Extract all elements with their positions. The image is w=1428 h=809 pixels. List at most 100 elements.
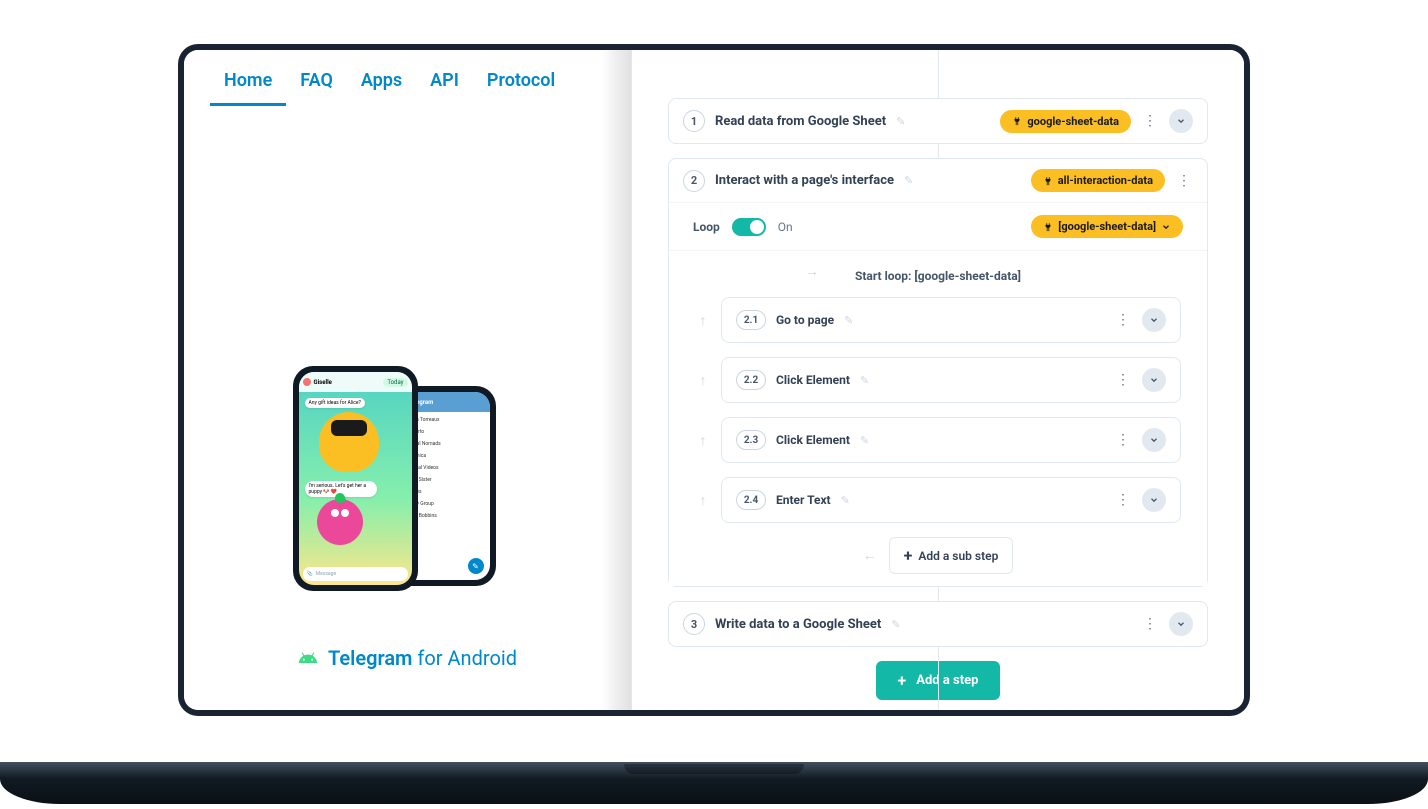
sticker-duck xyxy=(319,412,379,472)
data-pill-label: all-interaction-data xyxy=(1058,174,1153,187)
loop-toggle[interactable] xyxy=(732,218,766,236)
compose-button[interactable]: ✎ xyxy=(468,558,484,574)
pencil-icon: ✎ xyxy=(472,562,479,571)
edit-icon[interactable]: ✎ xyxy=(896,115,905,128)
add-step-label: Add a step xyxy=(916,673,978,688)
tab-protocol[interactable]: Protocol xyxy=(473,64,569,106)
step-number: 2 xyxy=(683,170,705,192)
more-icon[interactable]: ⋮ xyxy=(1141,613,1159,635)
chevron-down-icon xyxy=(1149,435,1159,445)
more-icon[interactable]: ⋮ xyxy=(1114,489,1132,511)
more-icon[interactable]: ⋮ xyxy=(1175,170,1193,192)
more-icon[interactable]: ⋮ xyxy=(1114,429,1132,451)
add-sub-step-label: Add a sub step xyxy=(918,549,998,563)
loop-state: On xyxy=(778,220,793,234)
chevron-down-icon xyxy=(1149,315,1159,325)
collapse-button[interactable] xyxy=(1169,612,1193,636)
loop-start-label: → Start loop: [google-sheet-data] xyxy=(695,269,1181,283)
telegram-site-pane: Home FAQ Apps API Protocol Giselle xyxy=(184,50,632,710)
chevron-down-icon xyxy=(1149,375,1159,385)
phone-chat: Giselle Today Any gift ideas for Alice? … xyxy=(293,366,418,591)
screen: Home FAQ Apps API Protocol Giselle xyxy=(184,50,1244,710)
step-title: Write data to a Google Sheet xyxy=(715,617,881,632)
android-icon xyxy=(298,648,318,668)
move-up-icon[interactable]: ↑ xyxy=(695,492,711,509)
edit-icon[interactable]: ✎ xyxy=(904,174,913,187)
collapse-button[interactable] xyxy=(1142,488,1166,512)
tab-home[interactable]: Home xyxy=(210,64,286,106)
edit-icon[interactable]: ✎ xyxy=(860,434,869,447)
collapse-button[interactable] xyxy=(1142,308,1166,332)
tab-faq[interactable]: FAQ xyxy=(286,64,347,106)
workflow-builder-pane: 1 Read data from Google Sheet ✎ google-s… xyxy=(632,50,1244,710)
plug-icon xyxy=(1043,222,1053,232)
plug-icon xyxy=(1012,116,1022,126)
edit-icon[interactable]: ✎ xyxy=(844,314,853,327)
sub-step-title: Go to page xyxy=(776,313,834,327)
laptop-mockup: Home FAQ Apps API Protocol Giselle xyxy=(0,0,1428,809)
sub-step-number: 2.4 xyxy=(736,490,766,510)
sticker-berry xyxy=(317,499,363,545)
loop-source-pill[interactable]: [google-sheet-data] xyxy=(1031,215,1183,238)
chevron-down-icon xyxy=(1149,495,1159,505)
move-up-icon[interactable]: ↑ xyxy=(695,312,711,329)
arrow-right-icon: → xyxy=(805,263,819,280)
collapse-button[interactable] xyxy=(1169,109,1193,133)
move-up-icon[interactable]: ↑ xyxy=(695,372,711,389)
plus-icon: + xyxy=(904,546,913,565)
step-number: 1 xyxy=(683,110,705,132)
add-sub-step-button[interactable]: + Add a sub step xyxy=(889,537,1014,574)
date-pill: Today xyxy=(383,378,407,387)
attach-icon[interactable]: 📎 xyxy=(307,571,313,577)
telegram-android-link[interactable]: Telegram for Android xyxy=(298,646,517,670)
laptop-base xyxy=(0,762,1428,804)
chat-header: Giselle Today xyxy=(299,372,412,392)
collapse-button[interactable] xyxy=(1142,428,1166,452)
more-icon[interactable]: ⋮ xyxy=(1114,369,1132,391)
chevron-down-icon xyxy=(1176,116,1186,126)
tab-apps[interactable]: Apps xyxy=(347,64,416,106)
collapse-button[interactable] xyxy=(1142,368,1166,392)
plus-icon: + xyxy=(898,671,907,690)
chat-name: Giselle xyxy=(314,379,332,386)
chevron-down-icon xyxy=(1161,222,1171,232)
more-icon[interactable]: ⋮ xyxy=(1114,309,1132,331)
sub-step-title: Click Element xyxy=(776,433,850,447)
phone-mockups: Giselle Today Any gift ideas for Alice? … xyxy=(293,366,523,626)
step-number: 3 xyxy=(683,613,705,635)
data-pill-label: google-sheet-data xyxy=(1027,115,1119,128)
sub-step-number: 2.2 xyxy=(736,370,766,390)
more-icon[interactable]: ⋮ xyxy=(1141,110,1159,132)
step-title: Read data from Google Sheet xyxy=(715,114,886,129)
loop-options: Loop On [google-sheet-data] xyxy=(669,202,1207,250)
sub-step-2-3: ↑ 2.3 Click Element ✎ ⋮ xyxy=(695,417,1181,463)
sub-step-2-2: ↑ 2.2 Click Element ✎ ⋮ xyxy=(695,357,1181,403)
data-pill[interactable]: google-sheet-data xyxy=(1000,110,1131,133)
loop-body: → Start loop: [google-sheet-data] ↑ 2.1 … xyxy=(669,250,1207,586)
arrow-left-icon: ← xyxy=(863,547,877,564)
sub-step-title: Click Element xyxy=(776,373,850,387)
step-title: Interact with a page's interface xyxy=(715,173,894,188)
data-pill[interactable]: all-interaction-data xyxy=(1031,169,1165,192)
message-input[interactable]: 📎 Message xyxy=(303,567,408,581)
step-3: 3 Write data to a Google Sheet ✎ ⋮ xyxy=(668,601,1208,647)
telegram-tabs: Home FAQ Apps API Protocol xyxy=(184,50,631,106)
message-bubble: Any gift ideas for Alice? xyxy=(305,398,365,408)
loop-source-label: [google-sheet-data] xyxy=(1058,220,1156,233)
edit-icon[interactable]: ✎ xyxy=(841,494,850,507)
laptop-frame: Home FAQ Apps API Protocol Giselle xyxy=(178,44,1250,716)
sub-step-number: 2.1 xyxy=(736,310,766,330)
edit-icon[interactable]: ✎ xyxy=(860,374,869,387)
link-suffix: for Android xyxy=(412,646,517,670)
edit-icon[interactable]: ✎ xyxy=(891,618,900,631)
loop-label: Loop xyxy=(693,220,720,234)
chevron-down-icon xyxy=(1176,619,1186,629)
sub-step-2-1: ↑ 2.1 Go to page ✎ ⋮ xyxy=(695,297,1181,343)
add-sub-step-row: ← + Add a sub step xyxy=(695,537,1181,574)
move-up-icon[interactable]: ↑ xyxy=(695,432,711,449)
sub-step-title: Enter Text xyxy=(776,493,831,507)
link-brand: Telegram xyxy=(328,646,412,670)
avatar-icon xyxy=(303,378,311,386)
tab-api[interactable]: API xyxy=(416,64,473,106)
sub-step-number: 2.3 xyxy=(736,430,766,450)
